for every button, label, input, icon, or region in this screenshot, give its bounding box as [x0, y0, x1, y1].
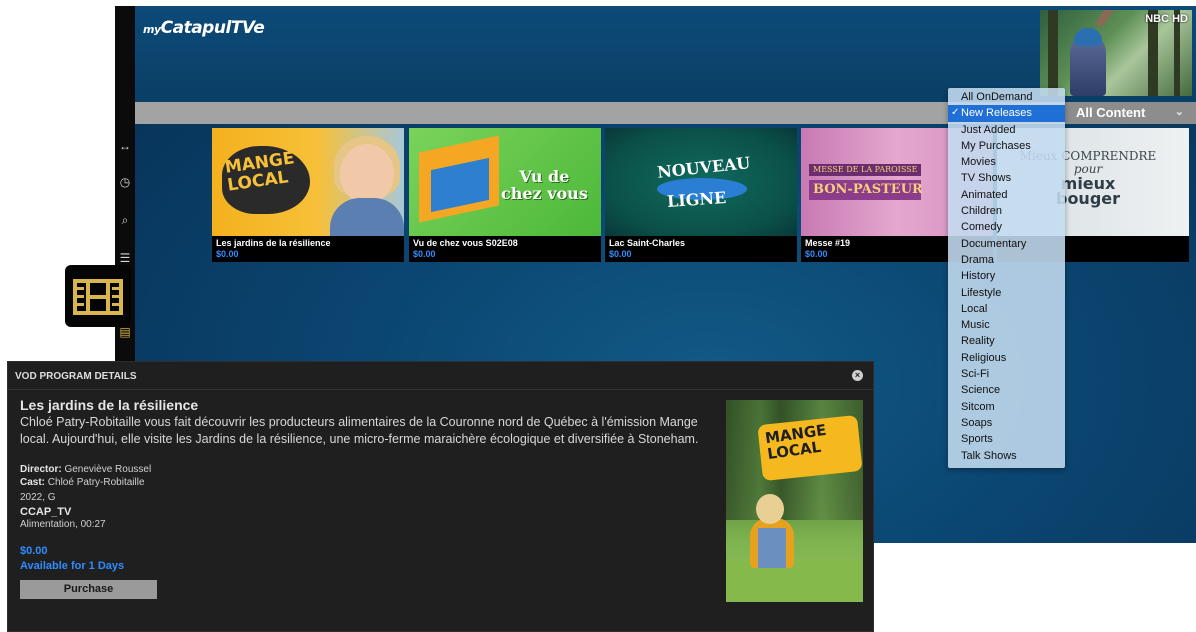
program-price: $0.00 — [20, 545, 48, 557]
dropdown-item[interactable]: History — [948, 268, 1065, 284]
list-icon[interactable]: ☰ — [117, 250, 133, 266]
tile-thumbnail: Vu de chez vous — [409, 128, 601, 236]
cast-line: Cast: Chloé Patry-Robitaille — [20, 477, 145, 488]
checkmark-icon: ✓ — [951, 107, 960, 119]
program-poster: MANGE LOCAL — [726, 400, 863, 602]
dropdown-item[interactable]: Music — [948, 317, 1065, 333]
tile-thumbnail: NOUVEAU LIGNE — [605, 128, 797, 236]
dropdown-item[interactable]: Drama — [948, 252, 1065, 268]
screen: myCatapulTVe NBC HD All Content ⌄ ↔ ◷ ⌕ … — [0, 0, 1196, 632]
dropdown-item[interactable]: Animated — [948, 187, 1065, 203]
tile-price: $0.00 — [413, 249, 436, 259]
panel-title: VOD PROGRAM DETAILS — [15, 371, 137, 382]
dropdown-item[interactable]: Comedy — [948, 219, 1065, 235]
channel-name: CCAP_TV — [20, 506, 72, 518]
resize-icon[interactable]: ↔ — [117, 138, 133, 154]
tile-les-jardins[interactable]: MANGE LOCAL Les jardins de la résilience … — [212, 128, 404, 262]
tile-thumbnail: MANGE LOCAL — [212, 128, 404, 236]
tile-price: $0.00 — [216, 249, 239, 259]
clock-icon[interactable]: ◷ — [117, 174, 133, 190]
content-filter-select[interactable]: All Content ⌄ — [1064, 102, 1196, 124]
dropdown-item[interactable]: Sitcom — [948, 399, 1065, 415]
tile-title: Messe #19 — [805, 238, 851, 248]
director-line: Director: Geneviève Roussel — [20, 464, 152, 475]
tile-title: Lac Saint-Charles — [609, 238, 686, 248]
dropdown-item[interactable]: Sci-Fi — [948, 366, 1065, 382]
tile-vu-de-chez-vous[interactable]: Vu de chez vous Vu de chez vous S02E08 $0… — [409, 128, 601, 262]
dropdown-item[interactable]: My Purchases — [948, 138, 1065, 154]
dropdown-item[interactable]: Movies — [948, 154, 1065, 170]
program-title: Les jardins de la résilience — [20, 397, 199, 413]
panel-header: VOD PROGRAM DETAILS × — [8, 362, 873, 390]
category-dropdown[interactable]: All OnDemand ✓ New Releases Just Added My Pu… — [948, 88, 1065, 468]
tile-title: Les jardins de la résilience — [216, 238, 331, 248]
dropdown-item[interactable]: Children — [948, 203, 1065, 219]
dropdown-item[interactable]: Lifestyle — [948, 285, 1065, 301]
tile-title: Vu de chez vous S02E08 — [413, 238, 518, 248]
program-description: Chloé Patry-Robitaille vous fait découvr… — [20, 415, 699, 446]
dropdown-item[interactable]: Sports — [948, 431, 1065, 447]
channel-label: NBC HD — [1145, 13, 1188, 25]
dropdown-item[interactable]: All OnDemand — [948, 89, 1065, 105]
vod-details-panel: VOD PROGRAM DETAILS × Les jardins de la … — [7, 361, 874, 632]
close-icon[interactable]: × — [852, 370, 863, 381]
chevron-down-icon: ⌄ — [1174, 106, 1184, 118]
live-preview[interactable]: NBC HD — [1040, 10, 1192, 96]
tile-lac-saint-charles[interactable]: NOUVEAU LIGNE Lac Saint-Charles $0.00 — [605, 128, 797, 262]
dropdown-item[interactable]: Documentary — [948, 236, 1065, 252]
dropdown-item[interactable]: Local — [948, 301, 1065, 317]
availability-text: Available for 1 Days — [20, 560, 125, 572]
film-icon — [73, 279, 123, 315]
dropdown-item[interactable]: TV Shows — [948, 170, 1065, 186]
dropdown-item[interactable]: ✓ New Releases — [948, 105, 1065, 122]
film-icon-badge[interactable] — [65, 265, 131, 327]
dropdown-item[interactable]: Talk Shows — [948, 448, 1065, 464]
search-icon[interactable]: ⌕ — [117, 212, 133, 228]
purchase-button[interactable]: Purchase — [20, 580, 157, 599]
genre-duration: Alimentation, 00:27 — [20, 519, 106, 530]
year-rating: 2022, G — [20, 492, 56, 503]
tile-price: $0.00 — [805, 249, 828, 259]
tile-price: $0.00 — [609, 249, 632, 259]
dropdown-item[interactable]: Science — [948, 382, 1065, 398]
dropdown-item[interactable]: Soaps — [948, 415, 1065, 431]
app-logo: myCatapulTVe — [143, 18, 265, 38]
dropdown-item[interactable]: Just Added — [948, 122, 1065, 138]
dropdown-item[interactable]: Reality — [948, 333, 1065, 349]
dropdown-item[interactable]: Religious — [948, 350, 1065, 366]
